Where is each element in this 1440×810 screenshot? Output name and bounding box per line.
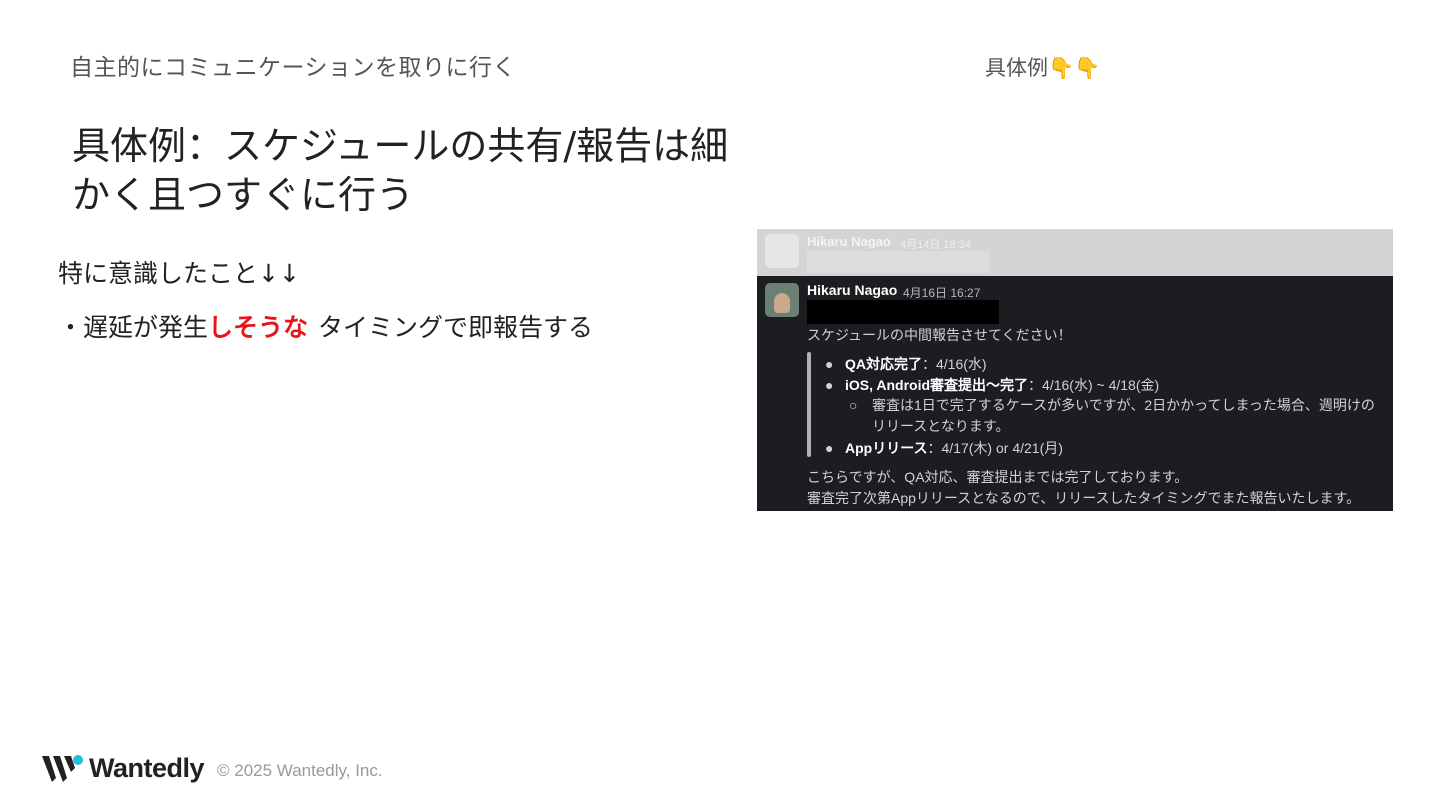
- subhead: 特に意識したこと↓↓: [58, 259, 300, 288]
- bullet-marker: ・: [58, 313, 84, 342]
- subitem-line2: リリースとなります。: [872, 418, 1010, 434]
- bullet-point: ・遅延が発生しそうな タイミングで即報告する: [58, 308, 593, 344]
- message-time: 4月16日 16:27: [903, 286, 981, 300]
- item-label: Appリリース: [845, 440, 928, 456]
- wantedly-logo-icon: [42, 754, 83, 782]
- subitem-line1: 審査は1日で完了するケースが多いですが、2日かかってしまった場合、週明けの: [872, 397, 1375, 413]
- brand-name: Wantedly: [89, 753, 205, 783]
- quote-bar: [807, 352, 811, 457]
- author-name: Hikaru Nagao: [807, 234, 891, 249]
- message-outro-1: こちらですが、QA対応、審査提出までは完了しております。: [807, 469, 1189, 485]
- redacted-text: [807, 300, 999, 324]
- footer-logo: Wantedly: [42, 753, 205, 784]
- message-time: 4月14日 18:34: [900, 239, 971, 251]
- list-item: ● QA対応完了：4/16(水): [825, 354, 987, 374]
- previous-message: Hikaru Nagao 4月14日 18:34: [757, 229, 1393, 276]
- message: Hikaru Nagao 4月16日 16:27 スケジュールの中間報告させてく…: [757, 276, 1393, 511]
- section-label: 自主的にコミュニケーションを取りに行く: [70, 55, 517, 81]
- message-outro-2: 審査完了次第Appリリースとなるので、リリースしたタイミングでまた報告いたします…: [807, 490, 1361, 506]
- copyright: © 2025 Wantedly, Inc.: [217, 761, 383, 780]
- example-label: 具体例👇👇: [985, 56, 1101, 80]
- avatar: [765, 283, 799, 317]
- item-label: iOS, Android審査提出〜完了: [845, 377, 1029, 393]
- message-intro: スケジュールの中間報告させてください！: [807, 327, 1072, 343]
- slack-screenshot: Hikaru Nagao 4月14日 18:34 Hikaru Nagao 4月…: [757, 229, 1393, 511]
- bullet-highlight: しそうな: [208, 313, 309, 342]
- circle-bullet-icon: ○: [849, 397, 858, 413]
- item-value: ：4/17(木) or 4/21(月): [927, 440, 1063, 456]
- redacted-text: [807, 251, 989, 273]
- bullet-icon: ●: [825, 440, 834, 456]
- page-title: 具体例：スケジュールの共有/報告は細かく且つすぐに行う: [72, 124, 729, 217]
- item-label: QA対応完了: [845, 356, 922, 372]
- list-item: ● iOS, Android審査提出〜完了：4/16(水) ~ 4/18(金): [825, 375, 1159, 395]
- item-value: ：4/16(水): [922, 356, 987, 372]
- list-item: ● Appリリース：4/17(木) or 4/21(月): [825, 438, 1063, 458]
- author-name: Hikaru Nagao: [807, 282, 898, 298]
- bullet-icon: ●: [825, 356, 834, 372]
- item-value: ：4/16(水) ~ 4/18(金): [1028, 377, 1160, 393]
- avatar: [765, 234, 799, 268]
- bullet-text-part1: 遅延が発生: [83, 313, 209, 342]
- bullet-text-part2: タイミングで即報告する: [318, 313, 594, 342]
- bullet-icon: ●: [825, 377, 834, 393]
